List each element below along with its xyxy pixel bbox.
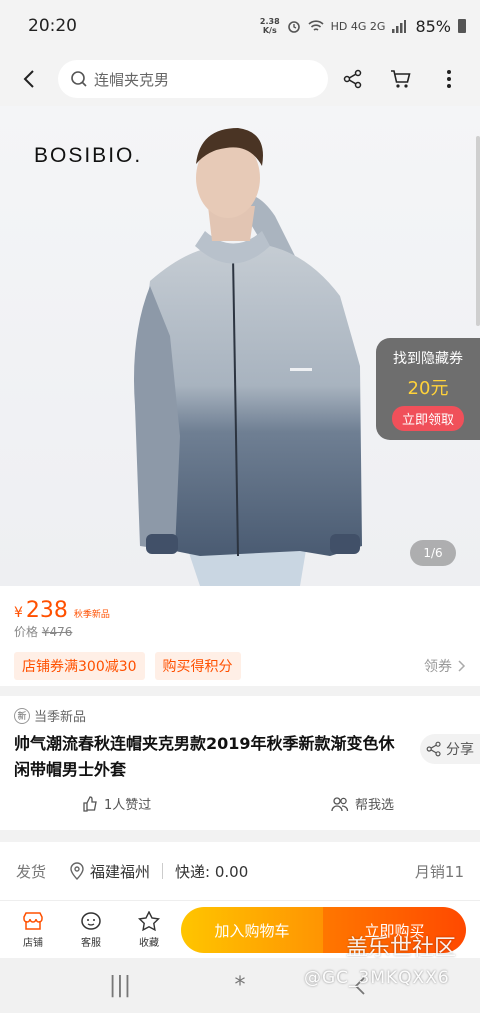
get-coupon-link[interactable]: 领券 — [424, 656, 466, 676]
share-icon — [343, 69, 362, 89]
back-button[interactable] — [0, 52, 58, 106]
original-price-value: ¥476 — [41, 625, 73, 639]
people-icon — [331, 796, 349, 811]
watermark-user: @GC_3MKQXX6 — [304, 968, 450, 988]
claim-coupon-button[interactable]: 立即领取 — [391, 406, 464, 431]
divider — [162, 863, 164, 879]
like-row: 1人赞过 帮我选 — [0, 794, 480, 813]
status-icons: 2.38 K/s HD 4G 2G 85% — [260, 17, 466, 36]
shipping-location: 福建福州 — [70, 861, 150, 882]
status-time: 20:20 — [28, 16, 77, 36]
title-section: 新 当季新品 帅气潮流春秋连帽夹克男款2019年秋季新款渐变色休闲带帽男士外套 … — [0, 696, 480, 830]
promo-tag: 店铺券满300减30 — [14, 652, 145, 680]
alarm-icon — [287, 21, 300, 33]
status-bar: 20:20 2.38 K/s HD 4G 2G 85% — [0, 0, 480, 52]
share-icon — [426, 741, 441, 757]
season-label: 当季新品 — [34, 710, 87, 725]
help-choose-button[interactable]: 帮我选 — [331, 794, 394, 813]
brand-logo: BOSIBIO. — [34, 144, 143, 167]
shipping-info[interactable]: 发货 福建福州 快递: 0.00 月销11 — [0, 842, 480, 900]
share-button[interactable] — [330, 56, 376, 102]
season-line: 新 当季新品 — [14, 706, 466, 725]
like-button[interactable]: 1人赞过 — [82, 794, 151, 813]
current-price: ¥ 238 秋季新品 — [14, 598, 466, 623]
coupon-title: 找到隐藏券 — [393, 351, 463, 367]
signal-icon — [392, 19, 407, 33]
shop-icon — [23, 911, 43, 930]
battery-icon — [458, 19, 466, 33]
customer-service-button[interactable]: 客服 — [62, 911, 120, 949]
season-tag: 秋季新品 — [73, 610, 110, 620]
nav-actions — [330, 56, 480, 102]
image-page-indicator: 1/6 — [410, 540, 456, 566]
search-icon — [71, 71, 87, 87]
scroll-indicator — [476, 136, 480, 326]
wifi-icon — [308, 19, 324, 31]
top-nav: 连帽夹克男 — [0, 52, 480, 106]
network-label: HD 4G 2G — [330, 19, 386, 33]
promo-tag: 购买得积分 — [154, 652, 241, 680]
share-product-button[interactable]: 分享 — [420, 734, 480, 764]
product-title: 帅气潮流春秋连帽夹克男款2019年秋季新款渐变色休闲带帽男士外套 — [14, 734, 395, 779]
original-price: 价格 ¥476 — [14, 623, 466, 640]
hidden-coupon-panel[interactable]: 找到隐藏券 20元 立即领取 — [376, 338, 480, 440]
shipping-label: 发货 — [16, 862, 47, 881]
service-icon — [81, 911, 101, 930]
recent-apps-button[interactable]: ||| — [100, 966, 140, 1006]
currency-symbol: ¥ — [14, 605, 23, 621]
search-placeholder: 连帽夹克男 — [94, 70, 170, 89]
home-button[interactable]: * — [220, 966, 260, 1006]
watermark-community: 盖乐世社区 — [346, 936, 457, 961]
cart-icon — [391, 70, 411, 88]
thumbs-up-icon — [83, 795, 97, 812]
monthly-sales: 月销11 — [414, 862, 464, 881]
promo-row[interactable]: 店铺券满300减30 购买得积分 领券 — [14, 652, 466, 680]
location-pin-icon — [70, 862, 84, 880]
favorite-button[interactable]: 收藏 — [120, 910, 178, 949]
cart-button[interactable] — [378, 56, 424, 102]
battery-level: 85% — [415, 16, 451, 36]
more-icon — [447, 70, 451, 88]
product-image-carousel[interactable]: BOSIBIO. 找到隐藏券 20元 立即领取 1/6 — [0, 106, 480, 586]
more-button[interactable] — [426, 56, 472, 102]
price-amount: 238 — [25, 598, 68, 623]
search-input[interactable]: 连帽夹克男 — [58, 60, 328, 98]
star-icon — [138, 910, 160, 931]
chevron-right-icon — [458, 660, 466, 672]
add-to-cart-button[interactable]: 加入购物车 — [181, 907, 323, 953]
original-price-label: 价格 — [14, 625, 39, 639]
new-badge-icon: 新 — [14, 707, 30, 724]
back-arrow-icon — [23, 70, 34, 88]
price-section: ¥ 238 秋季新品 价格 ¥476 店铺券满300减30 购买得积分 领券 — [0, 586, 480, 686]
shop-button[interactable]: 店铺 — [4, 911, 62, 949]
coupon-amount: 20元 — [407, 378, 449, 399]
shipping-fee: 快递: 0.00 — [175, 862, 249, 881]
network-speed: 2.38 K/s — [259, 17, 280, 35]
